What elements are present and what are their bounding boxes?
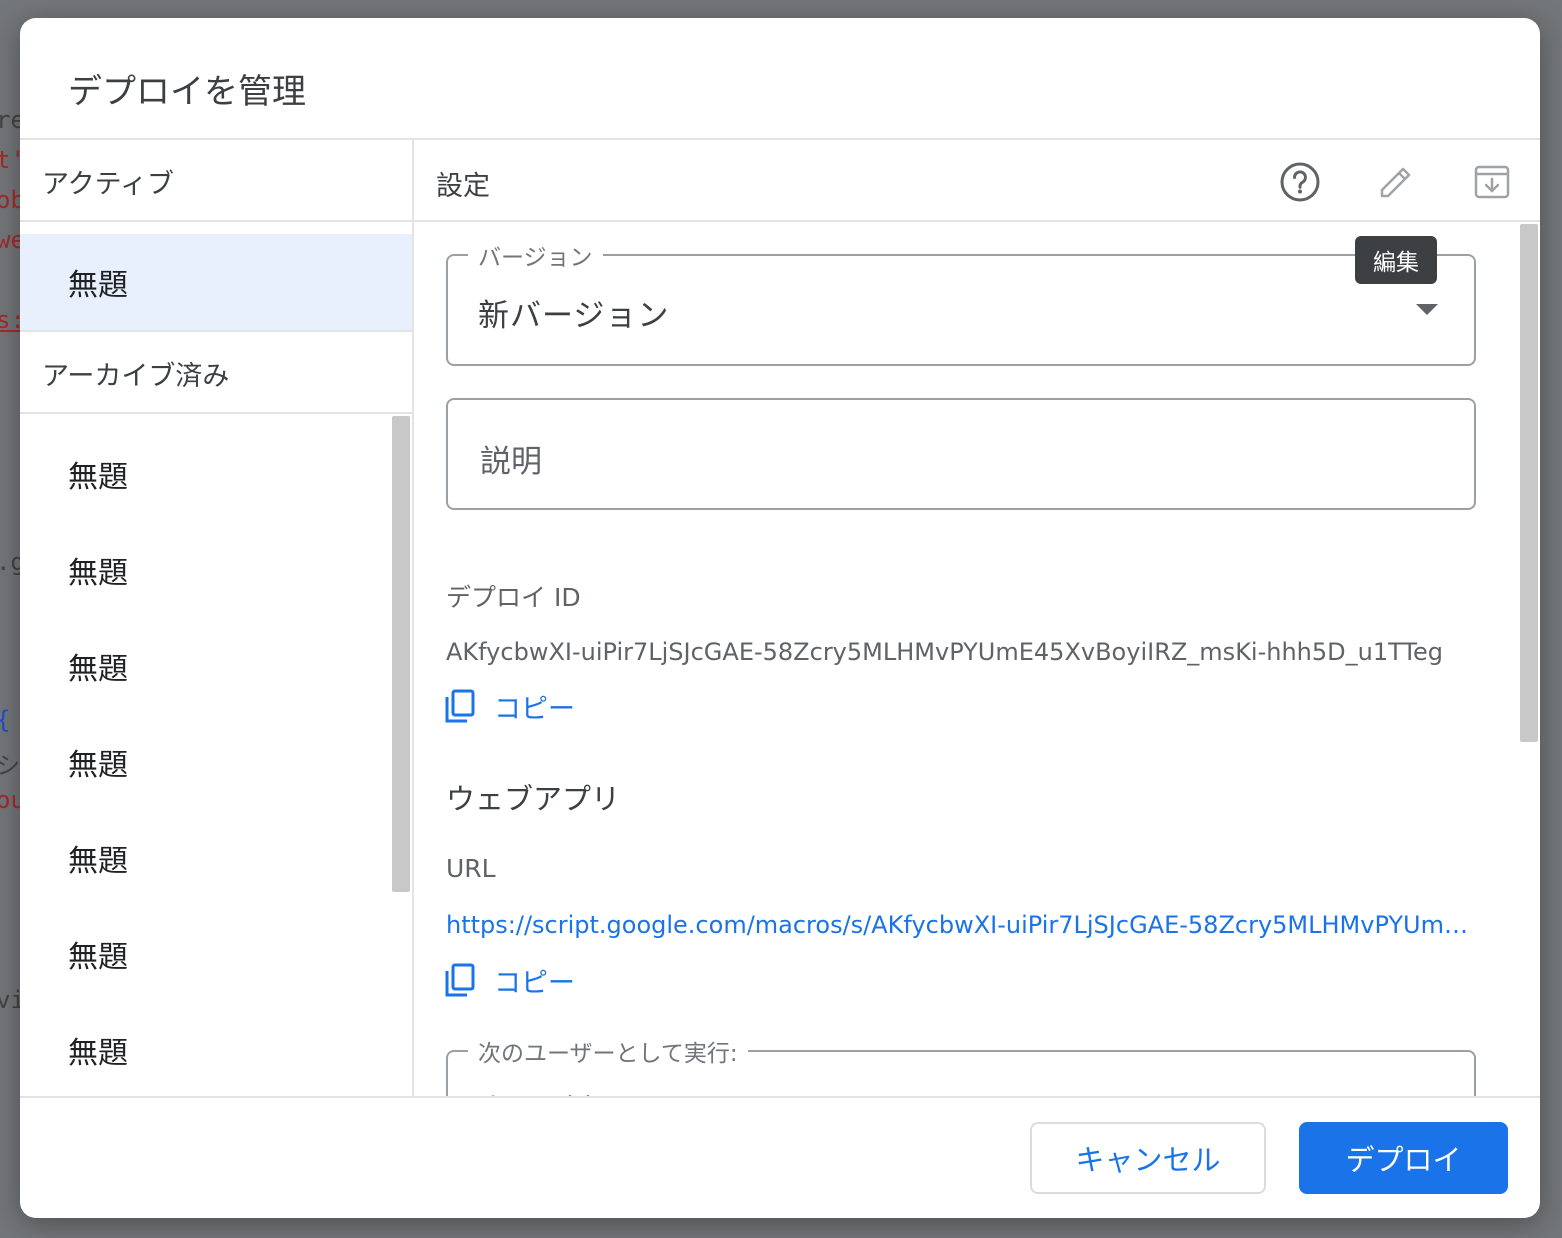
- copy-url-button[interactable]: コピー: [444, 960, 575, 1000]
- deployment-name: 無題: [68, 652, 128, 687]
- code-fragment: ob: [0, 186, 22, 214]
- version-select[interactable]: バージョン 新バージョン: [446, 238, 1476, 366]
- background-code-editor: re t' ob we s: .g { シ ou vi: [0, 0, 22, 1238]
- deployment-list-item-archived[interactable]: 無題: [20, 906, 412, 1002]
- deployment-name: 無題: [68, 1036, 128, 1071]
- webapp-url-link[interactable]: https://script.google.com/macros/s/AKfyc…: [446, 911, 1474, 939]
- version-value: 新バージョン: [478, 298, 670, 334]
- version-field-label: バージョン: [468, 238, 603, 272]
- deploy-button[interactable]: デプロイ: [1299, 1122, 1508, 1194]
- code-fragment: re: [0, 106, 22, 134]
- archive-icon[interactable]: [1468, 158, 1516, 206]
- settings-content: バージョン 新バージョン 説明 デプロイ ID AKfycbwXI-uiPir7…: [434, 222, 1540, 1096]
- archived-section-header: アーカイブ済み: [42, 361, 230, 392]
- description-field[interactable]: 説明: [446, 398, 1476, 510]
- copy-label: コピー: [494, 967, 575, 999]
- deployment-list-item-archived[interactable]: 無題: [20, 1002, 412, 1098]
- code-fragment: {: [0, 706, 10, 734]
- deploy-id-value: AKfycbwXI-uiPir7LjSJcGAE-58Zcry5MLHMvPYU…: [446, 638, 1443, 666]
- copy-icon: [445, 963, 475, 997]
- deployment-list-item-archived[interactable]: 無題: [20, 810, 412, 906]
- chevron-down-icon: [1416, 304, 1438, 315]
- deployment-name: 無題: [68, 268, 128, 303]
- left-scrollbar[interactable]: [392, 416, 410, 892]
- deployment-list-item-archived[interactable]: 無題: [20, 426, 412, 522]
- divider: [20, 412, 412, 414]
- manage-deployments-dialog: デプロイを管理 アクティブ 無題 アーカイブ済み 無題 無題 無題 無題 無題 …: [20, 18, 1540, 1218]
- deployment-list-item-archived[interactable]: 無題: [20, 522, 412, 618]
- settings-header: 設定: [436, 171, 490, 202]
- execute-as-value: 自分（ ）: [478, 1086, 617, 1096]
- webapp-section-title: ウェブアプリ: [446, 782, 621, 816]
- deploy-id-label: デプロイ ID: [446, 583, 581, 612]
- divider: [20, 138, 1540, 140]
- code-fragment: t': [0, 146, 22, 174]
- copy-icon: [445, 689, 475, 723]
- dialog-title: デプロイを管理: [68, 72, 306, 112]
- code-fragment: .g: [0, 548, 22, 576]
- deployment-name: 無題: [68, 460, 128, 495]
- url-label: URL: [446, 854, 496, 883]
- execute-as-field-label: 次のユーザーとして実行:: [468, 1034, 748, 1068]
- code-fragment: シ: [0, 752, 20, 780]
- deployment-name: 無題: [68, 748, 128, 783]
- code-fragment: we: [0, 226, 22, 254]
- code-fragment: s:: [0, 306, 22, 334]
- active-section-header: アクティブ: [42, 169, 175, 200]
- cancel-button[interactable]: キャンセル: [1030, 1122, 1266, 1194]
- edit-icon[interactable]: [1372, 158, 1420, 206]
- help-icon[interactable]: [1276, 158, 1324, 206]
- right-scrollbar[interactable]: [1520, 224, 1538, 742]
- copy-deploy-id-button[interactable]: コピー: [444, 686, 575, 726]
- deployment-list-item-active[interactable]: 無題: [20, 234, 412, 330]
- deployment-name: 無題: [68, 844, 128, 879]
- code-fragment: vi: [0, 986, 22, 1014]
- edit-tooltip: 編集: [1355, 236, 1437, 284]
- deployment-list-item-archived[interactable]: 無題: [20, 618, 412, 714]
- deployment-name: 無題: [68, 940, 128, 975]
- description-placeholder: 説明: [480, 444, 542, 480]
- divider: [20, 330, 412, 332]
- deployment-name: 無題: [68, 556, 128, 591]
- divider: [20, 1096, 1540, 1098]
- execute-as-select[interactable]: 次のユーザーとして実行: 自分（ ）: [446, 1034, 1476, 1096]
- code-fragment: ou: [0, 786, 22, 814]
- deployment-list-item-archived[interactable]: 無題: [20, 714, 412, 810]
- copy-label: コピー: [494, 693, 575, 725]
- divider: [412, 138, 414, 1096]
